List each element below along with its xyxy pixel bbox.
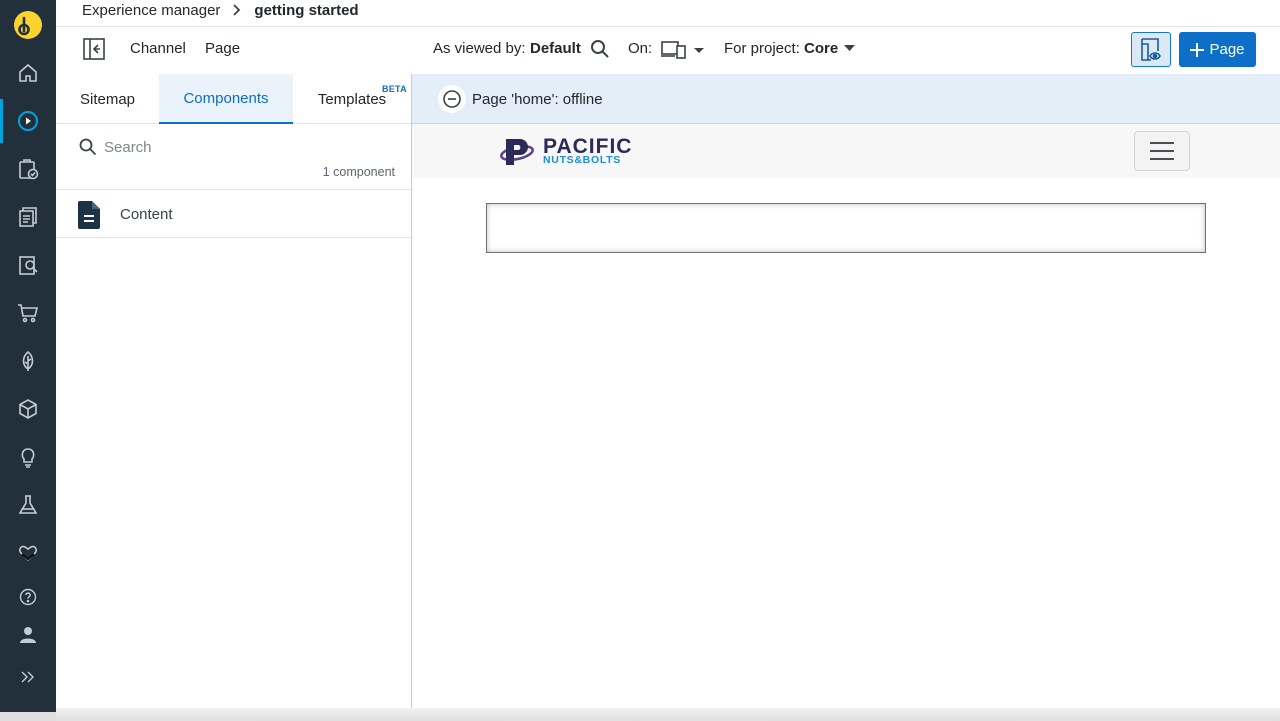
commerce-cart-icon[interactable] [0,291,56,335]
search-icon [79,138,97,161]
content-container[interactable] [486,203,1206,253]
component-count: 1 component [322,165,395,179]
tab-components[interactable]: Components [159,74,293,124]
breadcrumb: Experience manager getting started [82,0,359,20]
project-value: Core [804,40,839,57]
breadcrumb-current: getting started [254,1,359,19]
page-status-bar: Page 'home': offline [412,74,1280,124]
chevron-right-icon [232,3,242,17]
add-page-label: Page [1209,41,1245,58]
document-icon [78,201,100,234]
add-page-button[interactable]: Page [1179,32,1256,67]
viewed-by-value[interactable]: Default [530,40,581,57]
expand-icon[interactable] [0,655,56,699]
search-input[interactable] [104,136,384,158]
page-menu[interactable]: Page [205,40,240,57]
heart-icon[interactable] [0,531,56,575]
pacific-logo-icon [500,139,534,165]
caret-down-icon [694,48,704,53]
project-select[interactable]: Core [804,40,856,57]
leaf-icon[interactable] [0,339,56,383]
home-icon[interactable] [0,51,56,95]
caret-down-icon [844,45,856,51]
page-status-text: Page 'home': offline [472,91,603,108]
brand-logo-icon[interactable] [14,11,42,39]
breadcrumb-section[interactable]: Experience manager [82,2,220,19]
content-icon[interactable] [0,195,56,239]
page-preview-icon [1141,37,1161,61]
offline-minus-icon [438,85,466,113]
flask-icon[interactable] [0,483,56,527]
component-panel: Sitemap Components Templates BETA 1 comp… [56,74,411,708]
panel-tabs: Sitemap Components Templates BETA [56,74,411,124]
document-search-icon[interactable] [0,243,56,287]
component-search: 1 component [56,124,411,190]
preview-toggle-button[interactable] [1131,32,1171,67]
hamburger-menu-icon[interactable] [1134,131,1190,171]
bottom-edge-strip [56,708,1280,721]
toolbar: Channel Page As viewed by: Default On: F… [56,27,1280,73]
devices-icon [661,41,686,59]
project-label: For project: [724,40,800,57]
on-label: On: [628,40,653,57]
search-icon[interactable] [590,39,610,64]
bottom-edge [0,712,56,721]
lightbulb-icon[interactable] [0,435,56,479]
tab-templates-label: Templates [317,90,387,108]
tab-templates[interactable]: Templates BETA [293,74,411,124]
projects-icon[interactable] [0,147,56,191]
viewed-by-label: As viewed by: [433,40,526,57]
page-preview: PACIFIC NUTS&BOLTS [412,124,1280,708]
beta-badge: BETA [381,84,407,94]
tab-sitemap[interactable]: Sitemap [56,74,159,124]
cube-icon[interactable] [0,387,56,431]
channel-menu[interactable]: Channel [130,40,186,57]
plus-icon [1190,42,1205,57]
logo-text-secondary: NUTS&BOLTS [543,154,621,166]
component-item-content[interactable]: Content [56,190,411,238]
site-logo[interactable]: PACIFIC NUTS&BOLTS [500,134,645,170]
device-select[interactable] [661,39,707,61]
nav-rail [0,0,56,712]
collapse-panel-icon[interactable] [83,38,105,60]
experience-manager-icon[interactable] [0,99,56,143]
site-navbar: PACIFIC NUTS&BOLTS [412,124,1280,178]
user-icon[interactable] [0,613,56,657]
component-label: Content [120,206,173,223]
